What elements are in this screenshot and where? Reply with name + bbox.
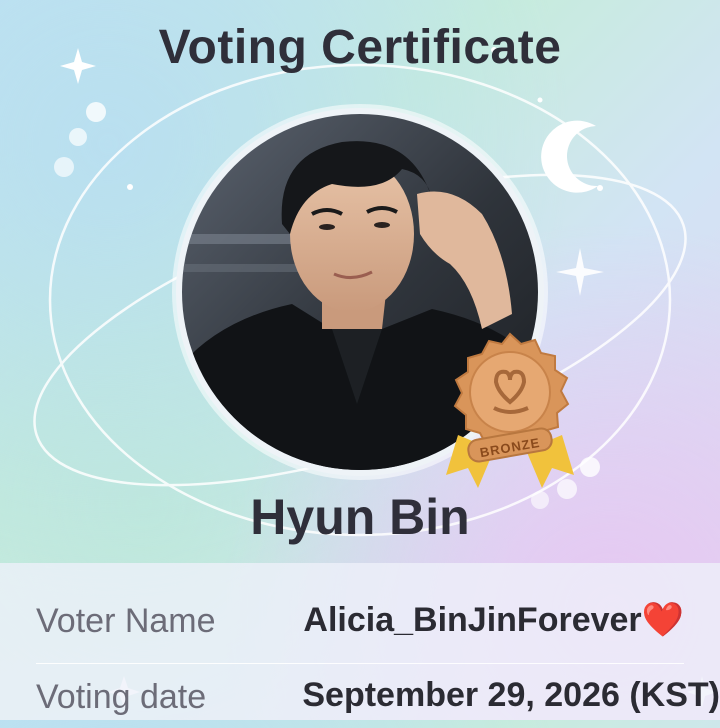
artist-name: Hyun Bin bbox=[250, 489, 470, 545]
bubble-dot bbox=[86, 102, 106, 122]
red-heart-icon: ❤️ bbox=[641, 601, 684, 639]
voting-date-value: September 29, 2026 (KST) bbox=[302, 676, 720, 714]
voter-name-value: Alicia_BinJinForever❤️ bbox=[303, 600, 684, 640]
bubble-dot bbox=[54, 157, 74, 177]
sparkle-icon bbox=[556, 248, 604, 296]
crescent-moon-icon bbox=[541, 120, 598, 193]
star-dot bbox=[537, 97, 543, 103]
voter-name-text: Alicia_BinJinForever bbox=[303, 601, 642, 639]
bubble-dot bbox=[69, 128, 87, 146]
bronze-badge: BRONZE bbox=[438, 330, 582, 490]
voting-date-label: Voting date bbox=[36, 678, 207, 716]
star-dot bbox=[127, 184, 133, 190]
voting-date-row: Voting date September 29, 2026 (KST) bbox=[36, 668, 720, 728]
voter-name-label: Voter Name bbox=[36, 602, 216, 640]
voter-name-row: Voter Name Alicia_BinJinForever❤️ bbox=[36, 592, 696, 652]
certificate-title: Voting Certificate bbox=[158, 21, 562, 74]
star-dot bbox=[597, 185, 603, 191]
bubble-dot bbox=[580, 457, 600, 477]
row-divider bbox=[36, 663, 684, 664]
